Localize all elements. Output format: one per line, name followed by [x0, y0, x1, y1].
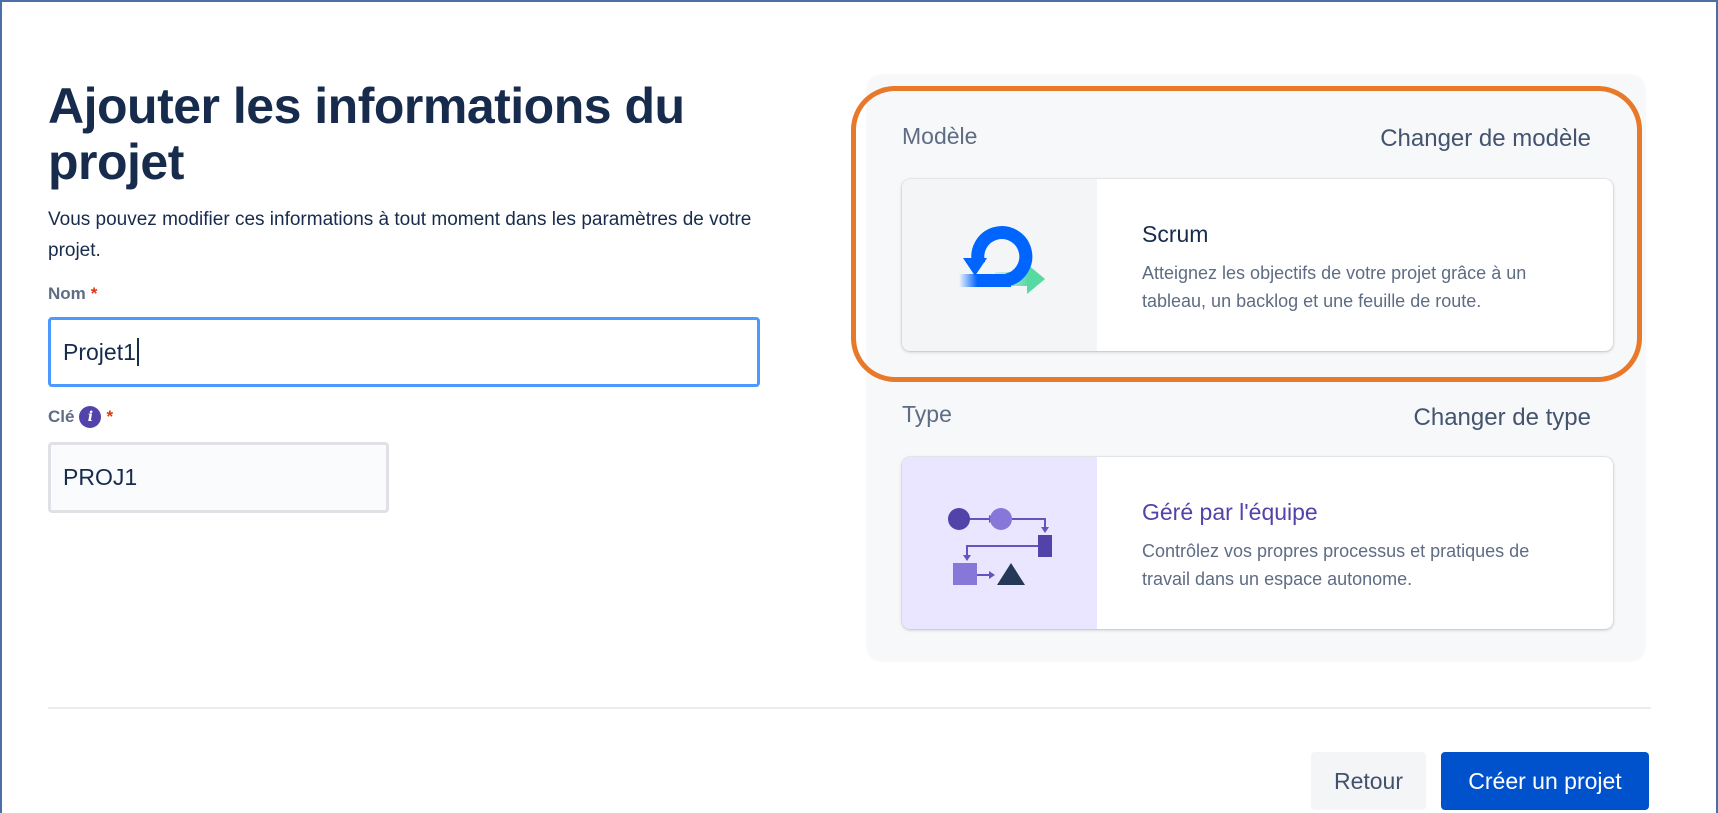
team-managed-art — [902, 457, 1097, 629]
required-asterisk: * — [106, 407, 114, 426]
name-label-text: Nom — [48, 284, 86, 303]
form-header: Ajouter les informations du projet Vous … — [48, 78, 760, 266]
type-card-title: Géré par l'équipe — [1142, 499, 1318, 525]
key-label: Clé i * — [48, 406, 113, 428]
name-input[interactable]: Projet1 — [48, 317, 760, 387]
type-section-label: Type — [902, 401, 952, 427]
text-caret — [136, 338, 139, 366]
key-input-value: PROJ1 — [63, 464, 138, 490]
create-project-button[interactable]: Créer un projet — [1441, 752, 1649, 810]
page-description: Vous pouvez modifier ces informations à … — [48, 209, 752, 261]
page-title: Ajouter les informations du projet — [48, 78, 685, 190]
name-input-value: Projet1 — [63, 338, 136, 365]
type-card-description: Contrôlez vos propres processus et prati… — [1142, 541, 1530, 589]
name-label: Nom * — [48, 284, 97, 304]
footer-divider — [48, 707, 1651, 709]
template-highlight-outline — [851, 86, 1642, 382]
team-managed-icon — [947, 508, 1052, 585]
type-card-team-managed[interactable]: Géré par l'équipe Contrôlez vos propres … — [902, 457, 1613, 629]
back-button[interactable]: Retour — [1311, 752, 1426, 810]
change-type-link[interactable]: Changer de type — [1414, 404, 1591, 432]
required-asterisk: * — [90, 284, 98, 303]
key-label-text: Clé — [48, 407, 75, 426]
key-input[interactable]: PROJ1 — [48, 442, 389, 513]
info-icon[interactable]: i — [79, 406, 102, 428]
